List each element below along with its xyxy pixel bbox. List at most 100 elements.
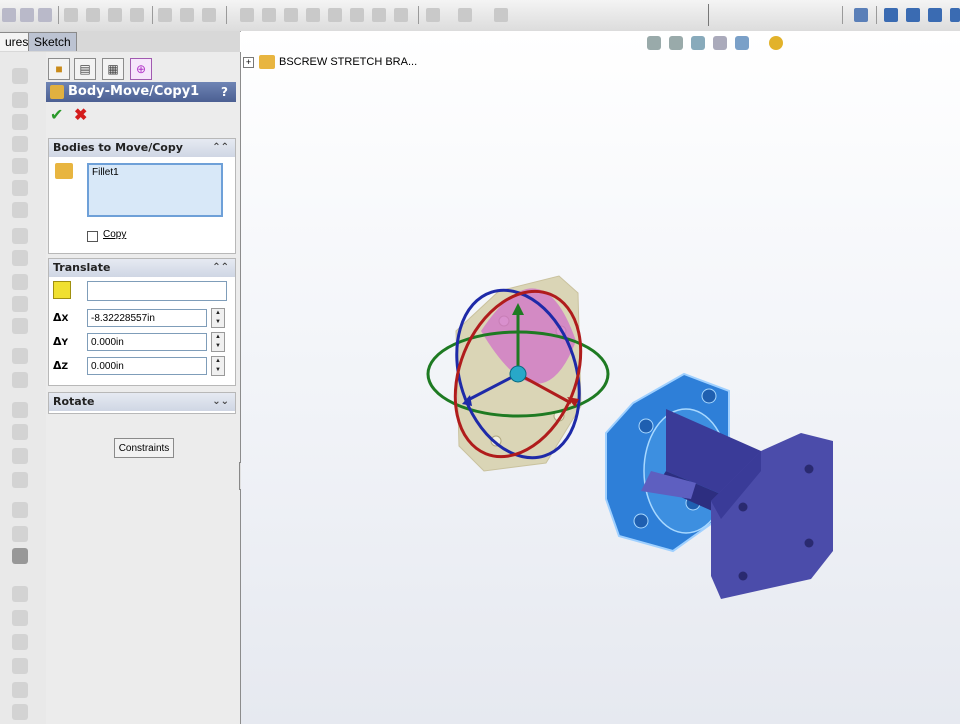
property-manager-title-bar: Body-Move/Copy1 ? bbox=[46, 82, 236, 102]
group-title: Rotate bbox=[53, 395, 95, 408]
lofted-boss-icon[interactable] bbox=[12, 136, 28, 152]
model-viewport bbox=[426, 275, 833, 599]
redo-icon[interactable] bbox=[38, 8, 52, 22]
tab-sketch[interactable]: Sketch bbox=[28, 32, 77, 51]
bodies-selection-list[interactable]: Fillet1 bbox=[87, 163, 223, 217]
swept-cut-icon[interactable] bbox=[12, 202, 28, 218]
delta-x-label: ΔX bbox=[53, 311, 69, 324]
expand-chevron-icon[interactable]: ⌄⌄ bbox=[212, 393, 229, 411]
delta-z-label: ΔZ bbox=[53, 359, 69, 372]
list-item[interactable]: Fillet1 bbox=[92, 167, 218, 178]
split-icon[interactable] bbox=[328, 8, 342, 22]
feature-icon-strip bbox=[0, 52, 47, 724]
delta-x-spinner[interactable]: ▲ ▼ bbox=[211, 308, 225, 328]
cancel-button[interactable]: ✖ bbox=[74, 108, 90, 124]
mirror-icon[interactable] bbox=[12, 372, 28, 388]
pattern-icon[interactable] bbox=[202, 8, 216, 22]
curves-icon[interactable] bbox=[458, 8, 472, 22]
group-title: Translate bbox=[53, 261, 111, 274]
rebuild-icon[interactable] bbox=[2, 8, 16, 22]
delta-z-spinner[interactable]: ▲ ▼ bbox=[211, 356, 225, 376]
boolean-icon[interactable] bbox=[284, 8, 298, 22]
cut-icon[interactable] bbox=[180, 8, 194, 22]
page-title: Body-Move/Copy1 bbox=[68, 84, 200, 99]
property-manager-tab[interactable]: ▤ bbox=[74, 58, 96, 80]
draft-icon[interactable] bbox=[12, 318, 28, 334]
rotate-group: Rotate ⌄⌄ bbox=[48, 392, 236, 414]
mirror-icon[interactable] bbox=[262, 8, 276, 22]
curve-pattern-icon[interactable] bbox=[12, 424, 28, 440]
feature-manager-tab[interactable]: ■ bbox=[48, 58, 70, 80]
check-icon[interactable] bbox=[12, 704, 28, 720]
copy-label: Copy bbox=[103, 229, 127, 240]
view-icon[interactable] bbox=[86, 8, 100, 22]
section-view-icon[interactable] bbox=[12, 658, 28, 674]
swept-boss-icon[interactable] bbox=[12, 114, 28, 130]
collapse-chevron-icon[interactable]: ⌃⌃ bbox=[212, 139, 229, 157]
dimetric-view-icon[interactable] bbox=[928, 8, 942, 22]
draft-icon[interactable] bbox=[394, 8, 408, 22]
fillet-icon[interactable] bbox=[12, 228, 28, 244]
graphics-area[interactable]: + BSCREW STRETCH BRA... bbox=[241, 31, 960, 724]
solid-body-icon bbox=[55, 163, 73, 179]
revolved-boss-icon[interactable] bbox=[12, 92, 28, 108]
reference-geometry-icon[interactable] bbox=[426, 8, 440, 22]
delta-z-field[interactable]: 0.000in bbox=[87, 357, 207, 375]
constraints-button[interactable]: Constraints bbox=[114, 438, 174, 458]
view-orientation-icon[interactable] bbox=[950, 8, 960, 22]
rib-icon[interactable] bbox=[372, 8, 386, 22]
collapse-chevron-icon[interactable]: ⌃⌃ bbox=[212, 259, 229, 277]
sketch-icon[interactable] bbox=[108, 8, 122, 22]
ok-button[interactable]: ✔ bbox=[50, 108, 66, 124]
combine-icon[interactable] bbox=[306, 8, 320, 22]
mass-properties-icon[interactable] bbox=[12, 634, 28, 650]
delta-y-label: ΔY bbox=[53, 335, 69, 348]
command-toolbar bbox=[0, 0, 960, 32]
chamfer-icon[interactable] bbox=[12, 250, 28, 266]
extrude-icon[interactable] bbox=[158, 8, 172, 22]
move-body-icon[interactable] bbox=[240, 8, 254, 22]
configuration-icon: ▦ bbox=[107, 62, 119, 76]
group-header[interactable]: Translate ⌃⌃ bbox=[49, 259, 235, 277]
shell-icon[interactable] bbox=[12, 348, 28, 364]
translate-reference-field[interactable] bbox=[87, 281, 227, 301]
isometric-view-icon[interactable] bbox=[884, 8, 898, 22]
delta-y-field[interactable]: 0.000in bbox=[87, 333, 207, 351]
manager-tabs: ■ ▤ ▦ ⊕ bbox=[46, 56, 240, 80]
sketch-3d-icon[interactable] bbox=[12, 586, 28, 602]
rib-icon[interactable] bbox=[12, 274, 28, 290]
scale-icon[interactable] bbox=[12, 548, 28, 564]
normal-to-icon[interactable] bbox=[854, 8, 868, 22]
move-face-icon[interactable] bbox=[12, 502, 28, 518]
group-header[interactable]: Rotate ⌄⌄ bbox=[49, 393, 235, 411]
instant3d-icon[interactable] bbox=[494, 8, 508, 22]
options-icon[interactable] bbox=[64, 8, 78, 22]
shell-icon[interactable] bbox=[350, 8, 364, 22]
measure-icon[interactable] bbox=[12, 610, 28, 626]
dimxpert-tab[interactable]: ⊕ bbox=[130, 58, 152, 80]
close-icon: ✖ bbox=[74, 107, 88, 124]
dome-icon[interactable] bbox=[12, 472, 28, 488]
group-header[interactable]: Bodies to Move/Copy ⌃⌃ bbox=[49, 139, 235, 157]
property-manager: ■ ▤ ▦ ⊕ Body-Move/Copy1 ? ✔ ✖ Bodies to … bbox=[46, 52, 241, 724]
hole-icon[interactable] bbox=[12, 448, 28, 464]
copy-checkbox[interactable] bbox=[87, 231, 98, 242]
delta-y-spinner[interactable]: ▲ ▼ bbox=[211, 332, 225, 352]
trimetric-view-icon[interactable] bbox=[906, 8, 920, 22]
cube-icon bbox=[53, 281, 71, 299]
intersection-icon[interactable] bbox=[12, 682, 28, 698]
configuration-manager-tab[interactable]: ▦ bbox=[102, 58, 124, 80]
pattern-icon[interactable] bbox=[12, 402, 28, 418]
group-title: Bodies to Move/Copy bbox=[53, 141, 183, 154]
feature-tree-icon: ■ bbox=[55, 62, 63, 76]
help-button[interactable]: ? bbox=[221, 82, 228, 102]
wrap-icon[interactable] bbox=[12, 296, 28, 312]
extruded-cut-icon[interactable] bbox=[12, 158, 28, 174]
delta-x-field[interactable]: -8.32228557in bbox=[87, 309, 207, 327]
features-icon[interactable] bbox=[130, 8, 144, 22]
delete-body-icon[interactable] bbox=[12, 526, 28, 542]
move-copy-icon bbox=[50, 85, 64, 99]
undo-icon[interactable] bbox=[20, 8, 34, 22]
extruded-boss-icon[interactable] bbox=[12, 68, 28, 84]
revolved-cut-icon[interactable] bbox=[12, 180, 28, 196]
